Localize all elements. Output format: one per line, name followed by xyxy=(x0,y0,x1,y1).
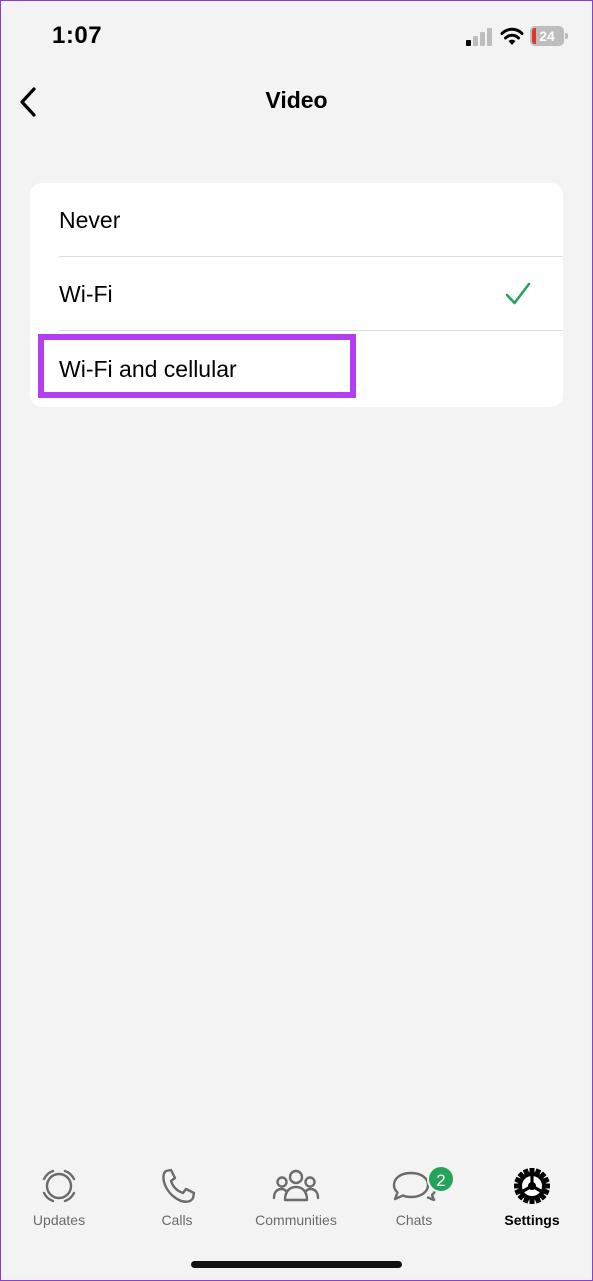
communities-icon xyxy=(272,1169,320,1202)
tab-calls[interactable]: Calls xyxy=(118,1155,236,1235)
option-label: Wi-Fi xyxy=(59,281,113,307)
tab-label: Settings xyxy=(504,1212,560,1228)
unread-badge: 2 xyxy=(427,1165,455,1193)
updates-icon xyxy=(42,1169,76,1203)
checkmark-icon xyxy=(505,282,531,305)
tab-label: Updates xyxy=(32,1212,86,1228)
page-title: Video xyxy=(265,87,328,113)
nav-bar: Video xyxy=(0,70,593,134)
tab-chats[interactable]: 2 Chats xyxy=(355,1155,473,1235)
tab-communities[interactable]: Communities xyxy=(237,1155,355,1235)
wifi-icon xyxy=(500,27,524,45)
battery-level: 24 xyxy=(539,28,555,44)
tab-settings[interactable]: Settings xyxy=(473,1155,591,1235)
cellular-signal-icon xyxy=(466,28,492,46)
home-indicator[interactable] xyxy=(191,1261,402,1268)
option-label: Never xyxy=(59,207,121,233)
tab-label: Calls xyxy=(161,1212,193,1228)
tab-label: Communities xyxy=(255,1212,337,1228)
highlight-box xyxy=(38,334,356,398)
status-time: 1:07 xyxy=(52,22,103,49)
tab-updates[interactable]: Updates xyxy=(0,1155,118,1235)
divider xyxy=(59,330,563,331)
gear-icon xyxy=(514,1168,550,1204)
phone-icon xyxy=(162,1168,196,1203)
status-bar: 1:07 24 xyxy=(0,0,593,70)
tab-label: Chats xyxy=(395,1212,433,1228)
option-never[interactable]: Never xyxy=(30,183,563,257)
tab-bar: Updates Calls Communities 2 Chats Settin… xyxy=(0,1155,593,1245)
option-wifi[interactable]: Wi-Fi xyxy=(30,257,563,331)
battery-icon: 24 xyxy=(530,26,568,46)
